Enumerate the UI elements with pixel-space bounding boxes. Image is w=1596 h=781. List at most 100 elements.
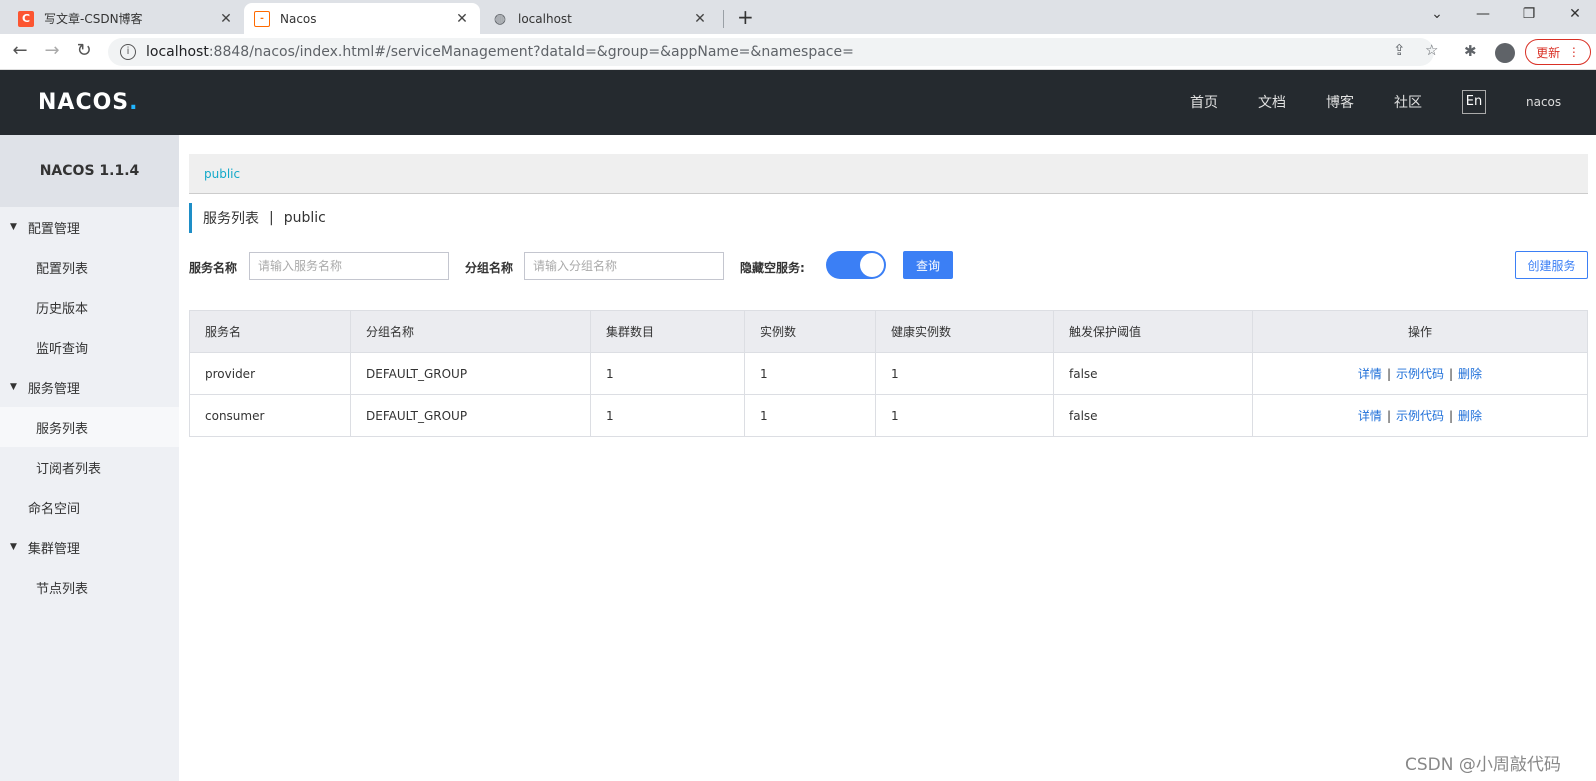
caret-down-icon: ▼ [10,542,17,552]
user-name[interactable]: nacos [1526,95,1561,109]
url-path: :8848/nacos/index.html#/serviceManagemen… [208,44,854,60]
cell-group: DEFAULT_GROUP [350,352,591,395]
cell-instances: 1 [744,352,876,395]
nacos-logo[interactable]: NACOS. [38,90,139,115]
create-service-button[interactable]: 创建服务 [1515,251,1588,279]
sidebar-version: NACOS 1.1.4 [0,135,179,207]
hide-empty-label: 隐藏空服务: [740,261,805,275]
nav-community[interactable]: 社区 [1394,92,1422,112]
sidebar-item-subscribers[interactable]: 订阅者列表 [0,447,179,487]
toggle-knob [860,253,884,277]
sidebar-item-service-list[interactable]: 服务列表 [0,407,179,447]
group-name-label: 分组名称 [465,261,514,275]
update-button[interactable]: 更新 ⋮ [1525,39,1591,65]
tab-title: localhost [518,11,572,26]
table-row: provider DEFAULT_GROUP 1 1 1 false 详情 | 示例… [189,352,1588,395]
page-title: 服务列表 | public [189,203,326,233]
minimize-icon[interactable]: — [1468,6,1498,22]
detail-link[interactable]: 详情 [1358,409,1382,423]
nacos-header: NACOS. 首页 文档 博客 社区 En nacos [0,70,1596,135]
cell-clusters: 1 [590,394,745,437]
close-icon[interactable]: ✕ [454,11,470,27]
cell-group: DEFAULT_GROUP [350,394,591,437]
browser-tab-localhost[interactable]: ◍ localhost ✕ [482,3,718,34]
logo-text: NACOS [38,90,130,115]
cell-service-name: consumer [189,394,351,437]
group-name-input[interactable] [524,252,724,280]
nacos-favicon-icon: - [254,10,270,27]
window-close-icon[interactable]: ✕ [1560,6,1590,22]
url-field[interactable]: i localhost:8848/nacos/index.html#/servi… [108,38,1434,66]
back-arrow-icon[interactable]: ← [8,40,32,61]
forward-arrow-icon[interactable]: → [40,40,64,61]
site-info-icon[interactable]: i [120,44,136,60]
cell-operations: 详情 | 示例代码 | 删除 [1252,394,1588,437]
nav-docs[interactable]: 文档 [1258,92,1286,112]
cell-clusters: 1 [590,352,745,395]
table-row: consumer DEFAULT_GROUP 1 1 1 false 详情 | 示例… [189,394,1588,437]
column-header: 实例数 [744,310,876,353]
column-header: 触发保护阈值 [1053,310,1253,353]
op-separator: | [1449,367,1454,381]
close-icon[interactable]: ✕ [218,11,234,27]
column-header: 操作 [1252,310,1588,353]
new-tab-plus-icon[interactable]: + [737,5,754,29]
sidebar-group-service[interactable]: ▼ 服务管理 [0,367,179,407]
hide-empty-toggle[interactable] [826,251,886,279]
column-header: 集群数目 [590,310,745,353]
update-label: 更新 [1536,45,1561,60]
url-host: localhost [146,44,209,60]
column-header: 分组名称 [350,310,591,353]
share-icon[interactable]: ⇪ [1393,41,1406,59]
sidebar-item-namespace[interactable]: 命名空间 [0,487,179,527]
browser-address-bar: ← → ↻ i localhost:8848/nacos/index.html#… [0,34,1596,70]
bookmark-star-icon[interactable]: ☆ [1425,41,1438,59]
sidebar-item-nodes[interactable]: 节点列表 [0,567,179,607]
detail-link[interactable]: 详情 [1358,367,1382,381]
cell-threshold: false [1053,394,1253,437]
namespace-link-public[interactable]: public [204,167,240,181]
tab-title: 写文章-CSDN博客 [44,12,143,26]
nav-blog[interactable]: 博客 [1326,92,1354,112]
caret-down-icon: ▼ [10,222,17,232]
cell-threshold: false [1053,352,1253,395]
reload-icon[interactable]: ↻ [72,40,96,61]
logo-dot: . [129,90,139,115]
delete-link[interactable]: 删除 [1458,367,1482,381]
cell-instances: 1 [744,394,876,437]
main-content: public 服务列表 | public 服务名称 分组名称 隐藏空服务: 查询… [179,135,1596,781]
watermark: CSDN @小周敲代码 [1405,755,1561,775]
delete-link[interactable]: 删除 [1458,409,1482,423]
sample-code-link[interactable]: 示例代码 [1396,409,1444,423]
page-title-namespace: public [283,210,326,226]
tab-search-chevron-icon[interactable]: ⌄ [1422,6,1452,22]
browser-tab-bar: C 写文章-CSDN博客 ✕ - Nacos ✕ ◍ localhost ✕ +… [0,0,1596,34]
sidebar-group-cluster[interactable]: ▼ 集群管理 [0,527,179,567]
nav-home[interactable]: 首页 [1190,92,1218,112]
sidebar-item-history[interactable]: 历史版本 [0,287,179,327]
close-icon[interactable]: ✕ [692,11,708,27]
extensions-puzzle-icon[interactable]: ✱ [1464,42,1477,60]
table-header-row: 服务名 分组名称 集群数目 实例数 健康实例数 触发保护阈值 操作 [189,310,1588,353]
globe-icon: ◍ [493,10,507,27]
caret-down-icon: ▼ [10,382,17,392]
sample-code-link[interactable]: 示例代码 [1396,367,1444,381]
sidebar-group-label: 服务管理 [27,381,80,397]
tab-separator [723,10,724,28]
service-name-input[interactable] [249,252,449,280]
query-button[interactable]: 查询 [903,251,953,279]
page-title-separator: | [269,210,274,226]
sidebar-item-config-list[interactable]: 配置列表 [0,247,179,287]
tab-title: Nacos [280,11,317,26]
browser-tab-csdn[interactable]: C 写文章-CSDN博客 ✕ [8,3,244,34]
language-toggle-button[interactable]: En [1462,90,1486,114]
profile-avatar-icon[interactable] [1495,43,1515,63]
service-name-label: 服务名称 [189,261,238,275]
op-separator: | [1449,409,1454,423]
service-table: 服务名 分组名称 集群数目 实例数 健康实例数 触发保护阈值 操作 provid… [189,310,1588,437]
sidebar-group-config[interactable]: ▼ 配置管理 [0,207,179,247]
maximize-icon[interactable]: ❐ [1514,6,1544,22]
sidebar: NACOS 1.1.4 ▼ 配置管理 配置列表 历史版本 监听查询 ▼ 服务管理 服… [0,135,179,781]
sidebar-item-listener[interactable]: 监听查询 [0,327,179,367]
browser-tab-nacos[interactable]: - Nacos ✕ [244,3,480,34]
